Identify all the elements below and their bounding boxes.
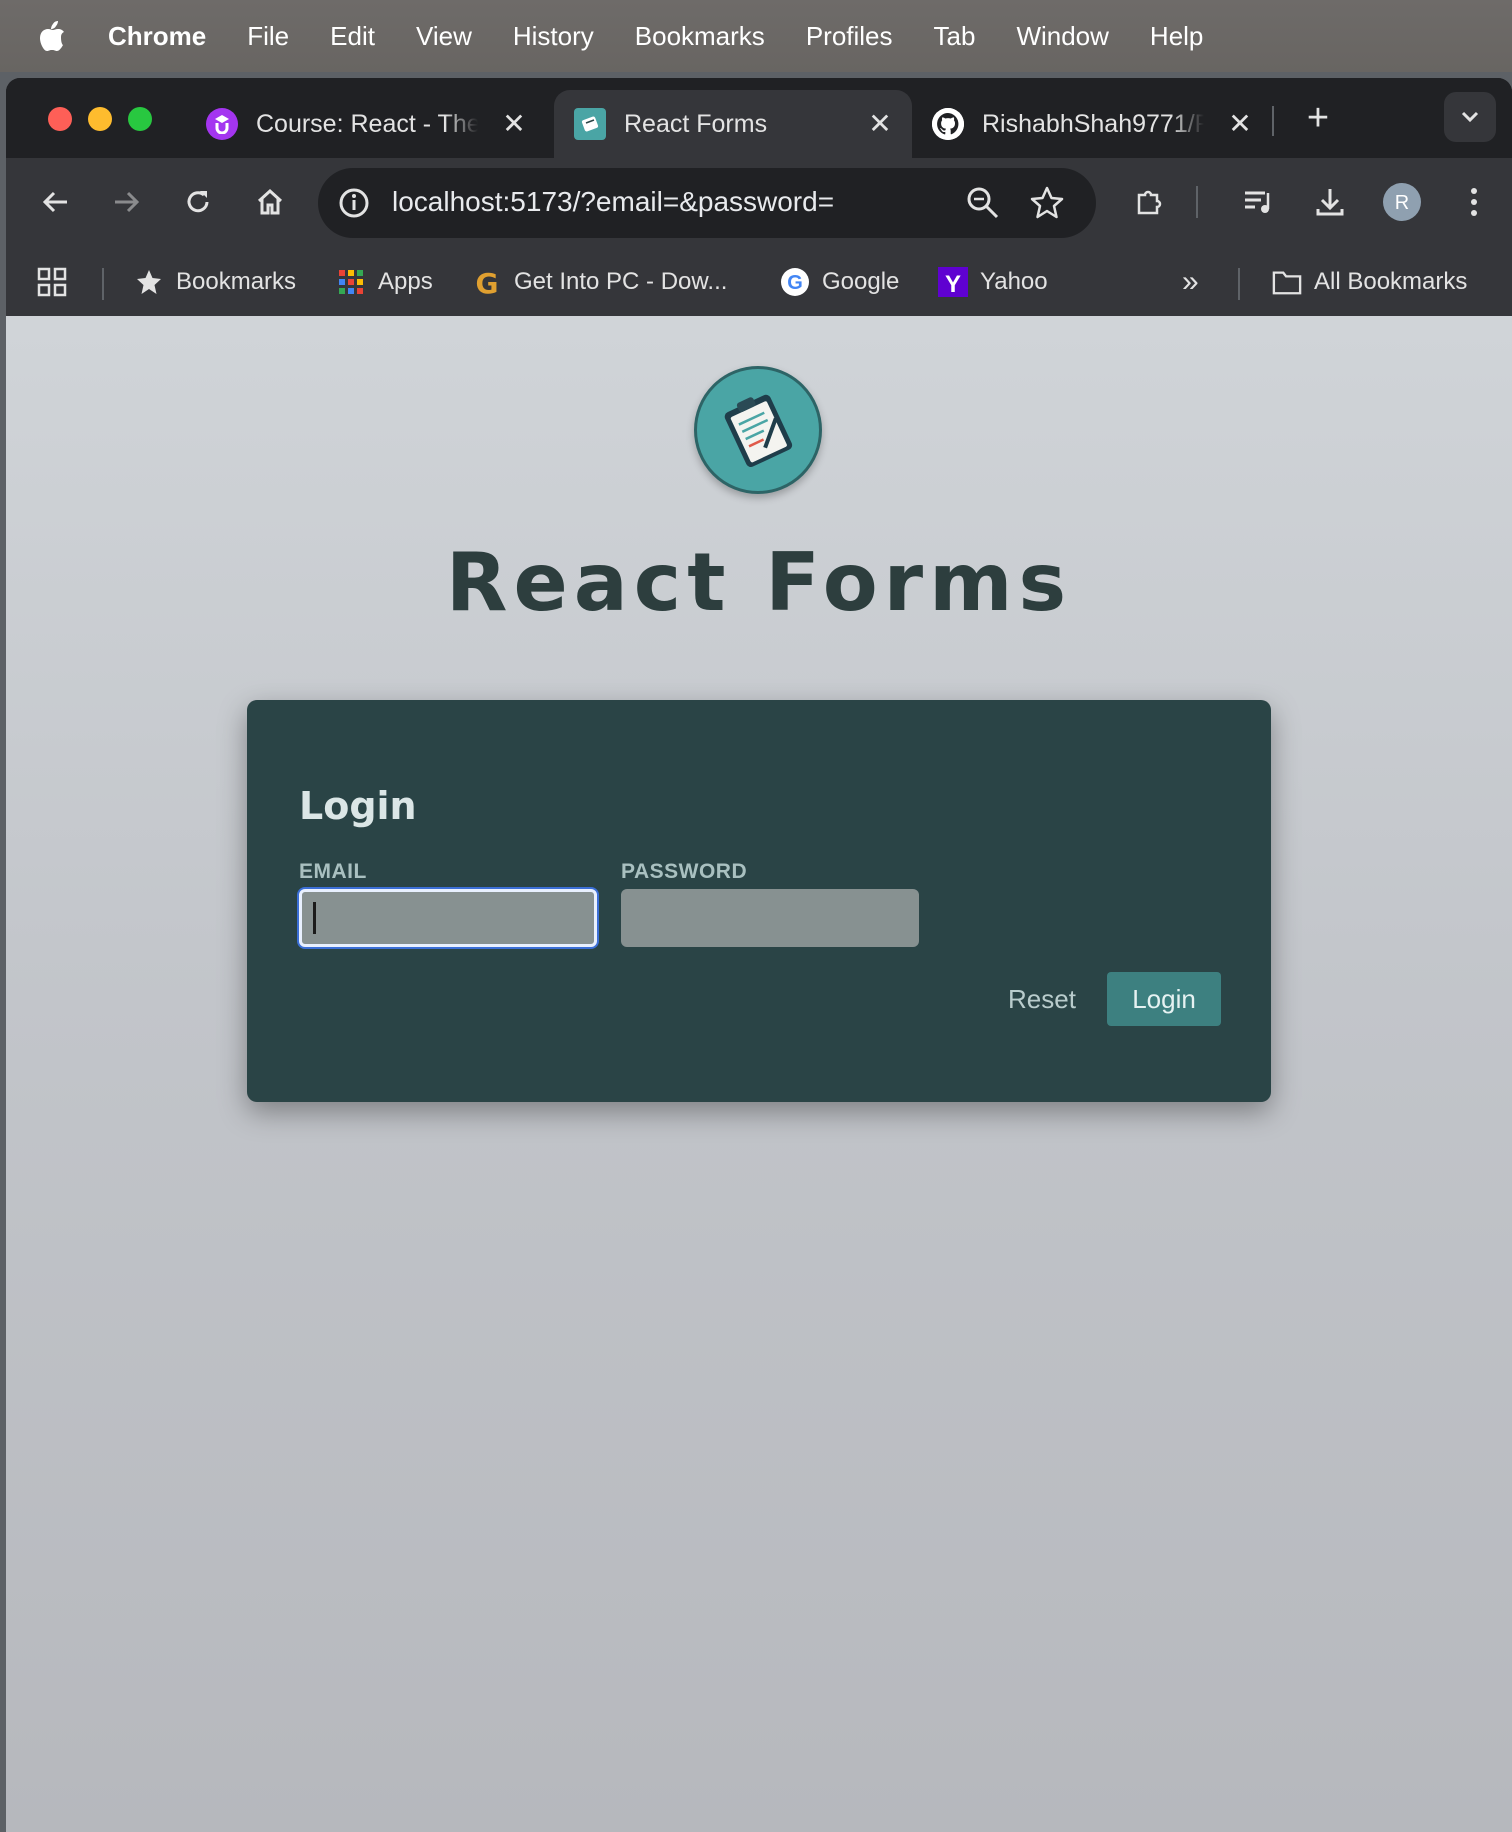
bookmark-bookmarks[interactable]: Bookmarks <box>134 262 296 302</box>
menu-edit[interactable]: Edit <box>330 21 375 52</box>
bookmarks-bar: Bookmarks Apps G Get Into PC - Dow... G <box>6 248 1512 316</box>
menu-view[interactable]: View <box>416 21 472 52</box>
bookmark-label: All Bookmarks <box>1314 268 1468 295</box>
tab-divider <box>1272 106 1274 136</box>
close-tab-icon[interactable]: ✕ <box>866 110 894 138</box>
url-text[interactable]: localhost:5173/?email=&password= <box>392 186 834 218</box>
password-input[interactable] <box>621 889 919 947</box>
udemy-icon <box>206 108 238 140</box>
all-bookmarks-button[interactable]: All Bookmarks <box>1272 262 1467 302</box>
menu-window[interactable]: Window <box>1016 21 1108 52</box>
maximize-window-button[interactable] <box>128 107 152 131</box>
apple-logo-icon[interactable] <box>38 18 70 54</box>
clipboard-logo-icon <box>694 366 822 494</box>
login-card: Login EMAIL PASSWORD Reset Login <box>247 700 1271 1102</box>
browser-toolbar: localhost:5173/?email=&password= R <box>6 158 1512 248</box>
yahoo-icon: Y <box>938 267 968 297</box>
tab-github[interactable]: RishabhShah9771/R ✕ <box>932 90 1272 158</box>
menu-help[interactable]: Help <box>1150 21 1203 52</box>
reload-icon[interactable] <box>178 182 218 222</box>
more-vertical-icon[interactable] <box>1454 182 1494 222</box>
tab-title: Course: React - The <box>256 109 478 138</box>
bookmark-google[interactable]: G Google <box>780 262 899 302</box>
tab-title: React Forms <box>624 109 768 138</box>
new-tab-plus-icon[interactable]: + <box>1298 96 1338 140</box>
login-heading: Login <box>299 784 417 828</box>
star-icon <box>134 267 164 297</box>
tab-react-forms[interactable]: React Forms ✕ <box>554 90 912 158</box>
tab-strip: Course: React - The ✕ React Forms ✕ Rish… <box>6 78 1512 158</box>
profile-avatar[interactable]: R <box>1382 182 1422 222</box>
download-icon[interactable] <box>1310 182 1350 222</box>
bookmarks-divider <box>1238 268 1240 300</box>
bookmark-label: Yahoo <box>980 268 1048 295</box>
forward-arrow-icon[interactable] <box>106 182 146 222</box>
page-content: React Forms Login EMAIL PASSWORD Reset L… <box>6 316 1512 1832</box>
site-info-icon[interactable] <box>336 185 372 221</box>
bookmark-yahoo[interactable]: Y Yahoo <box>938 262 1048 302</box>
svg-text:G: G <box>787 272 803 294</box>
github-icon <box>932 108 964 140</box>
bookmarks-overflow-button[interactable]: » <box>1182 262 1199 302</box>
bookmarks-divider <box>102 268 104 300</box>
login-button[interactable]: Login <box>1107 972 1221 1026</box>
svg-text:Y: Y <box>945 271 961 297</box>
home-icon[interactable] <box>250 182 290 222</box>
tab-search-chevron-down-icon[interactable] <box>1444 92 1496 142</box>
bookmark-label: Bookmarks <box>176 268 297 295</box>
url-host: localhost <box>392 186 503 217</box>
bookmark-label: Get Into PC - Dow... <box>514 268 728 295</box>
menu-bookmarks[interactable]: Bookmarks <box>635 21 765 52</box>
text-cursor <box>313 902 316 934</box>
media-controls-icon[interactable] <box>1238 182 1278 222</box>
tab-udemy-course[interactable]: Course: React - The ✕ <box>206 90 546 158</box>
bookmark-label: Apps <box>378 268 433 295</box>
svg-text:R: R <box>1395 192 1409 214</box>
password-label: PASSWORD <box>621 860 748 883</box>
url-path: :5173/?email=&password= <box>502 186 835 217</box>
back-arrow-icon[interactable] <box>36 182 76 222</box>
svg-text:G: G <box>476 267 499 297</box>
email-input[interactable] <box>299 889 597 947</box>
apps-grid-icon[interactable] <box>36 262 68 302</box>
toolbar-divider <box>1196 186 1198 218</box>
getintopc-icon: G <box>472 267 502 297</box>
zoom-icon[interactable] <box>964 184 1002 222</box>
bookmark-star-icon[interactable] <box>1028 184 1066 222</box>
macos-menu-bar: Chrome File Edit View History Bookmarks … <box>0 0 1512 72</box>
bookmark-apps[interactable]: Apps <box>336 262 433 302</box>
menu-app-chrome[interactable]: Chrome <box>108 21 206 52</box>
close-window-button[interactable] <box>48 107 72 131</box>
bookmark-label: Google <box>822 268 900 295</box>
extensions-puzzle-icon[interactable] <box>1130 182 1170 222</box>
menu-profiles[interactable]: Profiles <box>806 21 893 52</box>
bookmark-getintopc[interactable]: G Get Into PC - Dow... <box>472 262 728 302</box>
menu-tab[interactable]: Tab <box>934 21 976 52</box>
reset-button[interactable]: Reset <box>977 972 1107 1026</box>
google-icon: G <box>780 267 810 297</box>
folder-icon <box>1272 267 1302 297</box>
page-title: React Forms <box>445 536 1073 629</box>
menu-history[interactable]: History <box>513 21 594 52</box>
address-bar[interactable]: localhost:5173/?email=&password= <box>318 168 1096 238</box>
react-forms-icon <box>574 108 606 140</box>
apps-grid-icon <box>336 267 366 297</box>
browser-window: Course: React - The ✕ React Forms ✕ Rish… <box>6 78 1512 1832</box>
menu-file[interactable]: File <box>247 21 289 52</box>
minimize-window-button[interactable] <box>88 107 112 131</box>
close-tab-icon[interactable]: ✕ <box>500 110 528 138</box>
tab-title: RishabhShah9771/R <box>982 109 1204 138</box>
close-tab-icon[interactable]: ✕ <box>1226 110 1254 138</box>
email-label: EMAIL <box>299 860 367 883</box>
